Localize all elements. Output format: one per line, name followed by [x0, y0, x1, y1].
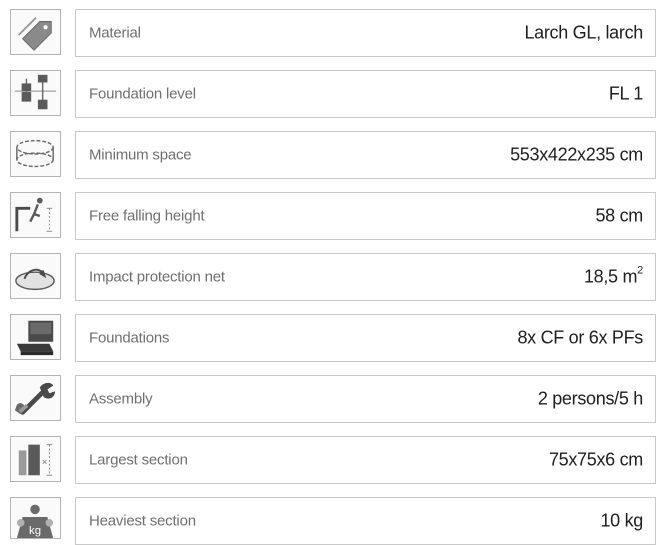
impact-net-icon [10, 253, 61, 299]
spec-value: 75x75x6 cm [548, 449, 643, 470]
spec-label: Free falling height [89, 207, 205, 225]
spec-row-impact-protection-net: Impact protection net 18,5 m2 [10, 253, 656, 301]
spec-value: 58 cm [595, 205, 643, 226]
spec-field: Foundations 8x CF or 6x PFs [75, 314, 656, 362]
spec-row-minimum-space: Minimum space 553x422x235 cm [10, 131, 656, 179]
spec-label: Minimum space [89, 146, 192, 164]
spec-field: Assembly 2 persons/5 h [75, 375, 656, 423]
spec-label: Material [89, 24, 141, 42]
spec-row-largest-section: Largest section 75x75x6 cm [10, 436, 656, 484]
spec-field: Free falling height 58 cm [75, 192, 656, 240]
spec-value: 2 persons/5 h [537, 388, 643, 409]
spec-value: 553x422x235 cm [510, 144, 643, 165]
spec-value: 18,5 m2 [583, 264, 643, 287]
spec-label: Impact protection net [89, 268, 225, 286]
spec-field: Impact protection net 18,5 m2 [75, 253, 656, 301]
spec-row-material: Material Larch GL, larch [10, 9, 656, 57]
superscript: 2 [637, 264, 643, 277]
spec-label: Heaviest section [89, 512, 196, 530]
spec-field: Foundation level FL 1 [75, 70, 656, 118]
minimum-space-icon [10, 131, 61, 177]
spec-field: Material Larch GL, larch [75, 9, 656, 57]
spec-row-heaviest-section: kg Heaviest section 10 kg [10, 497, 656, 545]
spec-label: Foundations [89, 329, 170, 347]
assembly-wrench-icon [10, 375, 61, 421]
spec-field: Largest section 75x75x6 cm [75, 436, 656, 484]
spec-label: Assembly [89, 390, 153, 408]
spec-value: 8x CF or 6x PFs [517, 327, 643, 348]
spec-row-free-falling-height: Free falling height 58 cm [10, 192, 656, 240]
foundation-level-icon [10, 70, 61, 116]
spec-field: Minimum space 553x422x235 cm [75, 131, 656, 179]
largest-section-icon [10, 436, 61, 482]
weight-kg-icon: kg [10, 497, 61, 539]
spec-row-assembly: Assembly 2 persons/5 h [10, 375, 656, 423]
spec-value: Larch GL, larch [524, 22, 643, 43]
weight-icon-label: kg [29, 525, 41, 537]
spec-label: Foundation level [89, 85, 196, 103]
spec-row-foundation-level: Foundation level FL 1 [10, 70, 656, 118]
spec-list: Material Larch GL, larch Foundation leve… [0, 0, 659, 545]
price-tag-icon [10, 9, 61, 55]
spec-field: Heaviest section 10 kg [75, 497, 656, 545]
spec-row-foundations: Foundations 8x CF or 6x PFs [10, 314, 656, 362]
spec-label: Largest section [89, 451, 188, 469]
falling-height-icon [10, 192, 61, 238]
foundations-icon [10, 314, 61, 360]
spec-value: FL 1 [608, 83, 643, 104]
spec-value: 10 kg [600, 510, 643, 531]
